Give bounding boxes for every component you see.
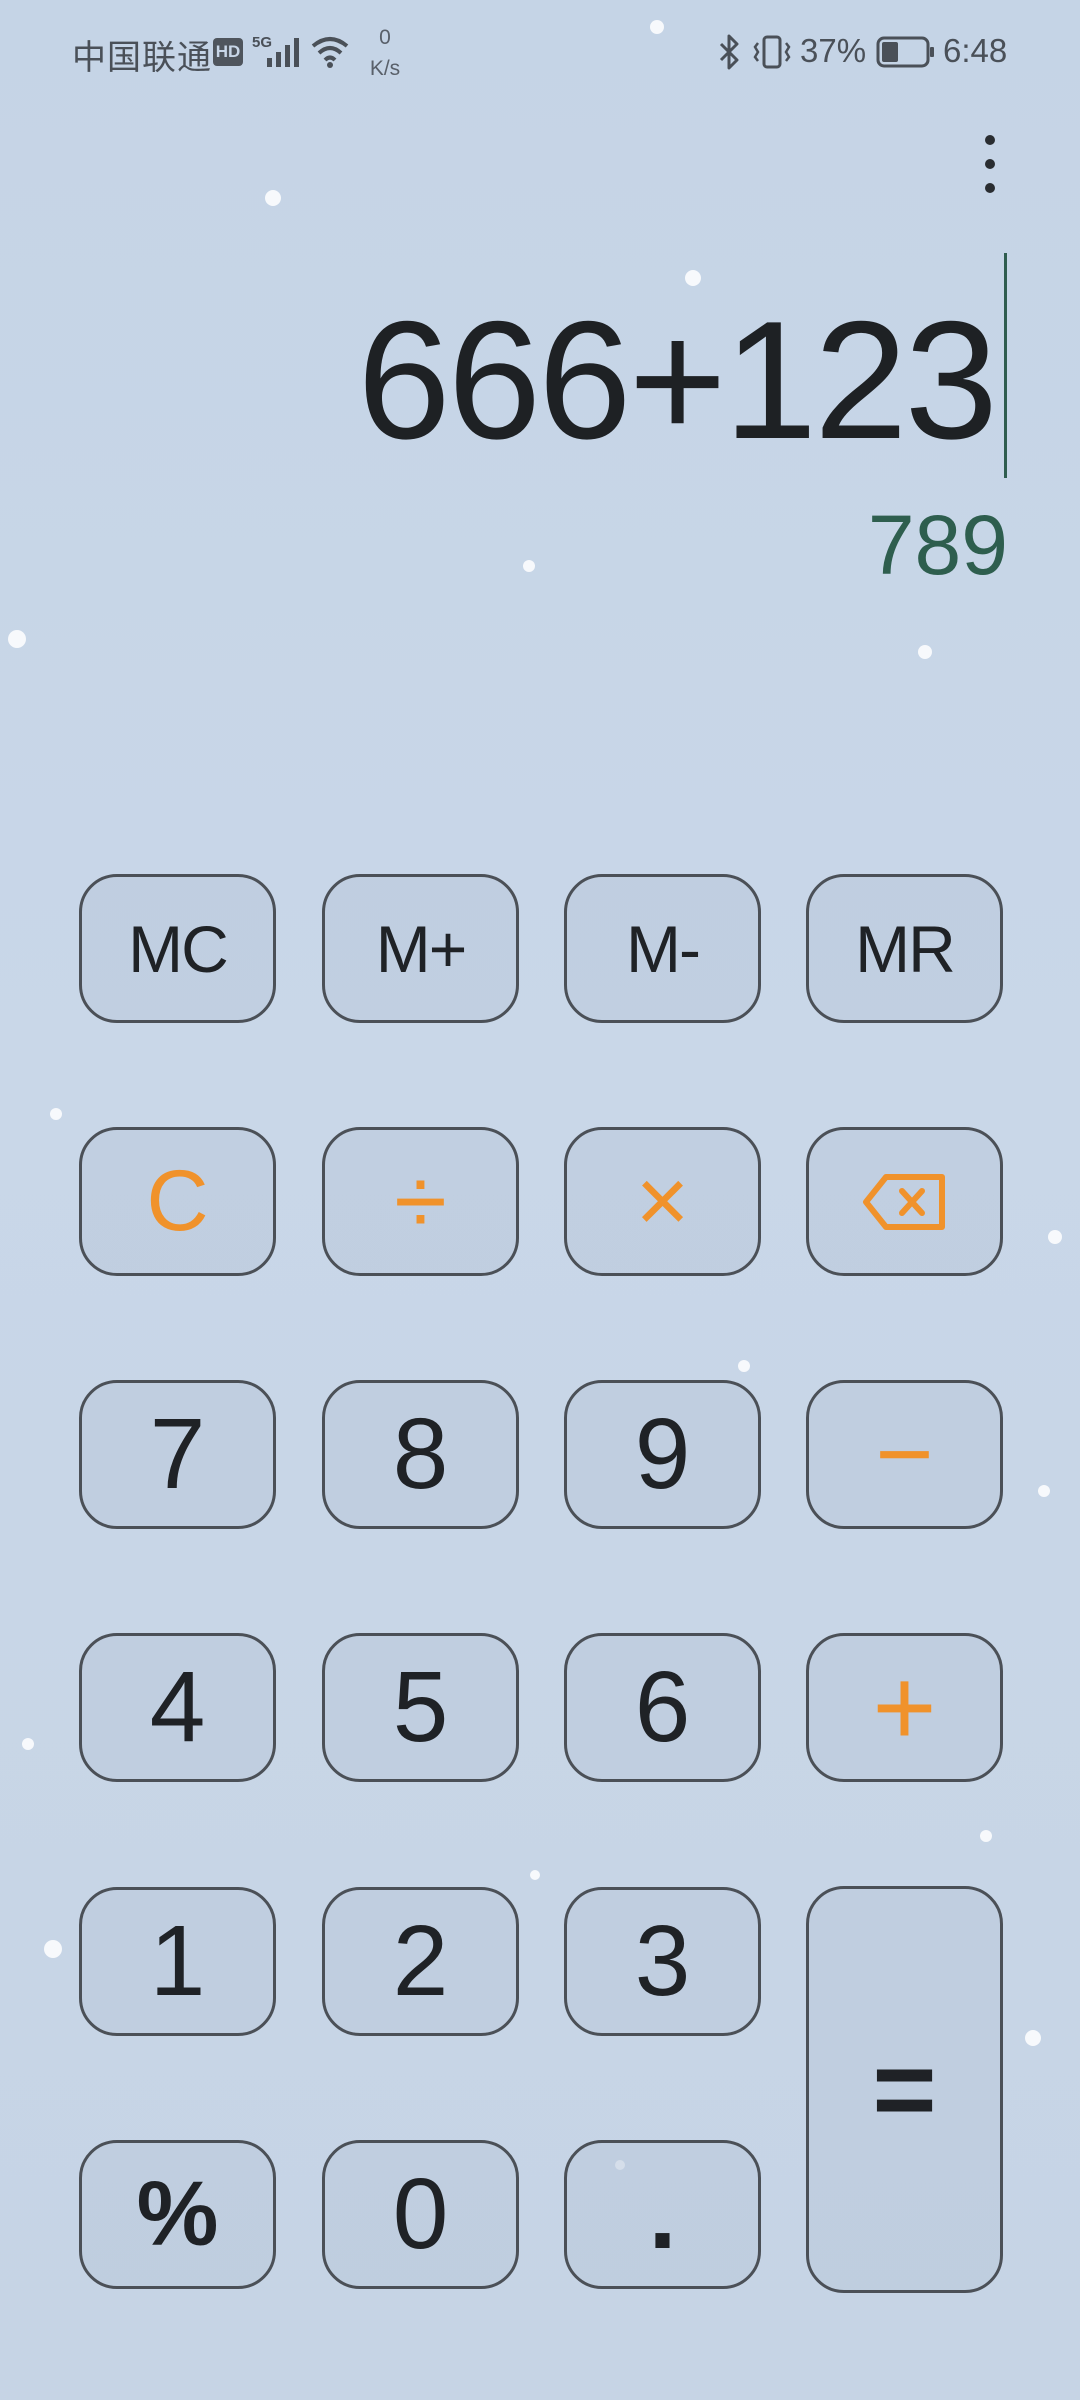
hd-badge: HD [213,38,243,66]
percent-label: % [136,2163,219,2265]
wifi-icon [311,37,349,68]
digit-4-button[interactable]: 4 [79,1633,276,1782]
add-label: + [872,1646,937,1769]
snowflake [1025,2030,1041,2046]
digit-2-label: 2 [392,1905,449,2017]
digit-9-button[interactable]: 9 [564,1380,761,1529]
decimal-point-button[interactable]: . [564,2140,761,2289]
text-cursor [1004,253,1007,478]
network-speed-value: 0 [379,26,391,49]
digit-3-button[interactable]: 3 [564,1887,761,2036]
result-display: 789 [867,498,1008,592]
backspace-icon [862,1173,945,1230]
digit-4-label: 4 [149,1651,206,1763]
more-vertical-icon[interactable] [970,128,1010,208]
snowflake [50,1108,62,1120]
decimal-point-label: . [648,2158,677,2270]
digit-8-label: 8 [392,1398,449,1510]
subtract-label: − [875,1398,934,1510]
memory-add-label: M+ [375,911,468,986]
snowflake [738,1360,750,1372]
memory-clear-label: MC [128,911,229,986]
memory-clear-button[interactable]: MC [79,874,276,1023]
snowflake [265,190,281,206]
digit-1-button[interactable]: 1 [79,1887,276,2036]
network-speed: 0 K/s [360,22,410,84]
digit-0-label: 0 [392,2158,449,2270]
add-button[interactable]: + [806,1633,1003,1782]
snowflake [918,645,932,659]
divide-label: ÷ [394,1147,447,1255]
multiply-button[interactable]: × [564,1127,761,1276]
digit-0-button[interactable]: 0 [322,2140,519,2289]
memory-subtract-label: M- [626,911,701,986]
memory-recall-button[interactable]: MR [806,874,1003,1023]
percent-button[interactable]: % [79,2140,276,2289]
digit-7-button[interactable]: 7 [79,1380,276,1529]
calculator-screen: 中国联通 HD 5G 0 K/s 37% 6:48 666+123 789 MC… [0,0,1080,2400]
carrier-name: 中国联通 [72,39,212,77]
snowflake [8,630,26,648]
snowflake [530,1870,540,1880]
memory-subtract-button[interactable]: M- [564,874,761,1023]
subtract-button[interactable]: − [806,1380,1003,1529]
digit-5-button[interactable]: 5 [322,1633,519,1782]
digit-6-button[interactable]: 6 [564,1633,761,1782]
clock: 6:48 [943,32,1008,69]
snowflake [22,1738,34,1750]
backspace-button[interactable] [806,1127,1003,1276]
vibrate-icon [753,35,791,69]
battery-percent: 37% [800,32,867,69]
digit-3-label: 3 [634,1905,691,2017]
digit-2-button[interactable]: 2 [322,1887,519,2036]
snowflake [44,1940,62,1958]
battery-icon [876,36,934,68]
divide-button[interactable]: ÷ [322,1127,519,1276]
multiply-label: × [635,1150,690,1252]
snowflake [980,1830,992,1842]
digit-7-label: 7 [149,1398,206,1510]
status-bar: 中国联通 HD 5G 0 K/s 37% 6:48 [0,0,1080,105]
memory-add-button[interactable]: M+ [322,874,519,1023]
clear-label: C [146,1153,209,1249]
digit-5-label: 5 [392,1651,449,1763]
equals-label: = [872,2028,937,2151]
digit-9-label: 9 [634,1398,691,1510]
clear-button[interactable]: C [79,1127,276,1276]
bluetooth-icon [719,34,739,70]
digit-6-label: 6 [634,1651,691,1763]
digit-8-button[interactable]: 8 [322,1380,519,1529]
snowflake [523,560,535,572]
snowflake [1048,1230,1062,1244]
network-speed-unit: K/s [369,57,401,80]
expression-display[interactable]: 666+123 [357,280,998,480]
digit-1-label: 1 [149,1905,206,2017]
signal-icon [267,38,299,67]
equals-button[interactable]: = [806,1886,1003,2293]
snowflake [1038,1485,1050,1497]
memory-recall-label: MR [855,911,956,986]
